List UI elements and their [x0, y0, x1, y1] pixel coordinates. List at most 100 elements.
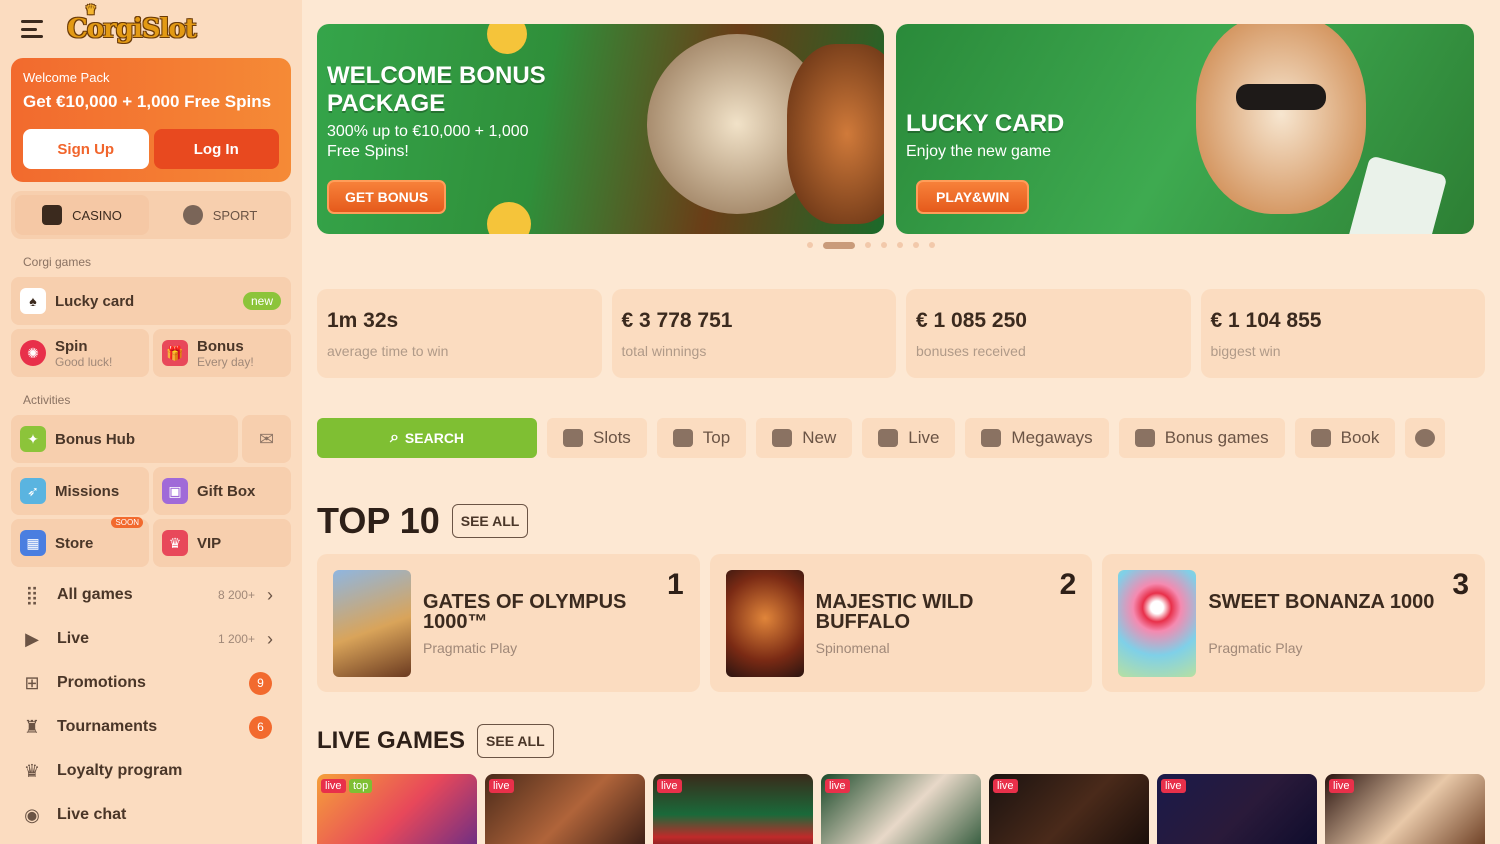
sidebar-item-loyalty[interactable]: ♛ Loyalty program — [11, 749, 291, 793]
carousel-dot[interactable] — [807, 242, 813, 248]
sidebar-item-missions[interactable]: ➶ Missions — [11, 467, 149, 515]
soon-badge: SOON — [111, 517, 143, 528]
sport-ball-icon — [182, 205, 203, 225]
carousel-dot-active[interactable] — [823, 241, 855, 249]
tab-sport[interactable]: SPORT — [153, 195, 287, 235]
category-slots[interactable]: Slots — [547, 418, 647, 458]
gift-box-icon: ▣ — [162, 478, 188, 504]
live-game-thumbnail[interactable]: live — [821, 774, 981, 844]
store-icon: ▦ — [20, 530, 46, 556]
category-book[interactable]: Book — [1294, 418, 1396, 458]
top10-game-card[interactable]: SWEET BONANZA 1000 Pragmatic Play 3 — [1102, 554, 1486, 692]
live-games-header: LIVE GAMES SEE ALL — [317, 724, 1485, 758]
stat-card: € 1 085 250 bonuses received — [906, 289, 1191, 378]
playing-card-icon: ♠ — [20, 288, 46, 314]
mode-switch: CASINO SPORT — [11, 191, 291, 239]
coin-icon — [487, 202, 531, 234]
category-bar: ⌕ SEARCH Slots Top New Live Megaways Bon… — [317, 418, 1485, 458]
slot-machine-icon — [981, 429, 1002, 447]
promo-carousel: WELCOME BONUS PACKAGE 300% up to €10,000… — [317, 24, 1485, 234]
fire-icon — [772, 429, 793, 447]
carousel-dot[interactable] — [897, 242, 903, 248]
chevron-right-icon: › — [267, 584, 273, 605]
live-game-thumbnail[interactable]: live — [485, 774, 645, 844]
get-bonus-button[interactable]: GET BONUS — [327, 180, 447, 214]
live-icon: ▶ — [25, 628, 39, 649]
live-games-title: LIVE GAMES — [317, 727, 466, 754]
sign-up-button[interactable]: Sign Up — [23, 129, 149, 169]
sidebar-item-gift-box[interactable]: ▣ Gift Box — [153, 467, 291, 515]
crown-icon: ♛ — [85, 3, 97, 18]
top10-game-card[interactable]: GATES OF OLYMPUS 1000™ Pragmatic Play 1 — [317, 554, 700, 692]
top10-see-all-button[interactable]: SEE ALL — [451, 504, 529, 538]
category-new[interactable]: New — [756, 418, 853, 458]
crown-icon: ♛ — [162, 530, 188, 556]
gift-icon: 🎁 — [162, 340, 188, 366]
sidebar-item-bonus[interactable]: 🎁 Bonus Every day! — [153, 329, 291, 377]
game-thumbnail — [1118, 570, 1197, 677]
carousel-dot[interactable] — [881, 242, 887, 248]
carousel-dot[interactable] — [865, 242, 871, 248]
sidebar-item-lucky-card[interactable]: ♠ Lucky card new — [11, 277, 291, 325]
sidebar-item-all-games[interactable]: ⣿ All games 8 200+ › — [11, 573, 291, 617]
category-more[interactable] — [1405, 418, 1446, 458]
live-game-thumbnail[interactable]: live — [653, 774, 813, 844]
welcome-pack-label: Welcome Pack — [23, 70, 110, 85]
sidebar-topbar: ♛ CorgiSlot — [11, 0, 291, 58]
live-games-see-all-button[interactable]: SEE ALL — [477, 724, 554, 758]
book-icon — [1310, 429, 1331, 447]
sunglasses-illustration — [1236, 84, 1326, 110]
live-game-thumbnail[interactable]: live top — [317, 774, 477, 844]
live-game-thumbnail[interactable]: live — [989, 774, 1149, 844]
sidebar-item-spin[interactable]: ✺ Spin Good luck! — [11, 329, 149, 377]
wheel-icon: ✺ — [20, 340, 46, 366]
log-in-button[interactable]: Log In — [153, 129, 279, 169]
gift-icon: ⊞ — [24, 672, 40, 693]
goddess-illustration — [787, 44, 884, 224]
sidebar-item-tournaments[interactable]: ♜ Tournaments 6 — [11, 705, 291, 749]
category-bonus-games[interactable]: Bonus games — [1118, 418, 1285, 458]
search-button[interactable]: ⌕ SEARCH — [317, 418, 537, 458]
top10-game-card[interactable]: MAJESTIC WILD BUFFALO Spinomenal 2 — [709, 554, 1093, 692]
top10-title: TOP 10 — [317, 500, 440, 541]
live-game-thumbnail[interactable]: live — [1157, 774, 1317, 844]
stat-card: 1m 32s average time to win — [317, 289, 602, 378]
sidebar-item-promotions[interactable]: ⊞ Promotions 9 — [11, 661, 291, 705]
sidebar-menu: ⣿ All games 8 200+ › ▶ Live 1 200+ › ⊞ P… — [11, 573, 291, 837]
stats-row: 1m 32s average time to win € 3 778 751 t… — [317, 289, 1485, 378]
envelope-icon: ✉ — [258, 428, 275, 449]
play-and-win-button[interactable]: PLAY&WIN — [916, 180, 1030, 214]
tab-casino[interactable]: CASINO — [15, 195, 149, 235]
messages-button[interactable]: ✉ — [242, 415, 291, 463]
menu-icon[interactable] — [21, 20, 43, 38]
sidebar-item-store[interactable]: ▦ Store SOON — [11, 517, 149, 567]
category-live[interactable]: Live — [862, 418, 956, 458]
sidebar-item-bonus-hub[interactable]: ✦ Bonus Hub — [11, 415, 238, 463]
rocket-icon: ➶ — [20, 478, 46, 504]
live-games-list: live top live live live live live live — [317, 774, 1485, 844]
sidebar-item-live-chat[interactable]: ◉ Live chat — [11, 793, 291, 837]
grid-icon: ⣿ — [25, 584, 39, 605]
sidebar-item-vip[interactable]: ♛ VIP — [153, 519, 291, 567]
carousel-dot[interactable] — [913, 242, 919, 248]
corgi-games-heading: Corgi games — [23, 255, 92, 269]
live-game-thumbnail[interactable]: live — [1325, 774, 1485, 844]
welcome-bonus-banner[interactable]: WELCOME BONUS PACKAGE 300% up to €10,000… — [317, 24, 884, 234]
carousel-dot[interactable] — [929, 242, 935, 248]
main-content: WELCOME BONUS PACKAGE 300% up to €10,000… — [317, 24, 1486, 844]
game-thumbnail — [333, 570, 411, 677]
chevron-right-icon: › — [267, 628, 273, 649]
card-illustration — [1344, 155, 1448, 234]
cherry-icon — [563, 429, 583, 447]
logo[interactable]: ♛ CorgiSlot — [67, 3, 197, 44]
carousel-dots — [317, 241, 1485, 249]
lucky-card-banner[interactable]: LUCKY CARD Enjoy the new game PLAY&WIN — [896, 24, 1474, 234]
category-top[interactable]: Top — [656, 418, 747, 458]
badge-icon — [672, 429, 693, 447]
coin-icon — [487, 24, 527, 54]
sidebar: ♛ CorgiSlot Welcome Pack Get €10,000 + 1,… — [0, 0, 302, 844]
sidebar-item-live[interactable]: ▶ Live 1 200+ › — [11, 617, 291, 661]
category-megaways[interactable]: Megaways — [965, 418, 1109, 458]
bonus-hub-icon: ✦ — [20, 426, 46, 452]
trophy-icon: ♜ — [23, 716, 41, 737]
